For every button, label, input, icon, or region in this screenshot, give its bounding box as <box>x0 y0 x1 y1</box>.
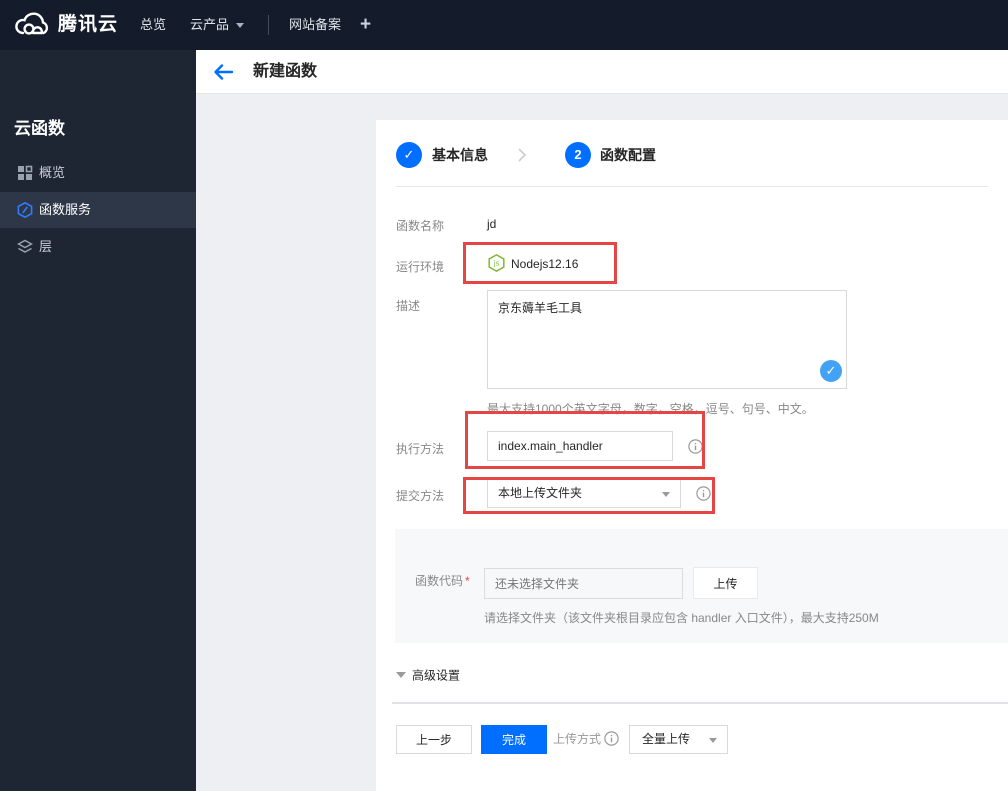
brand-name: 腾讯云 <box>58 14 119 35</box>
topbar: 腾讯云 总览 云产品 网站备案 + <box>0 0 1008 50</box>
nav-divider <box>268 15 269 35</box>
function-code-hint: 请选择文件夹（该文件夹根目录应包含 handler 入口文件），最大支持250M <box>484 611 879 625</box>
chevron-down-icon <box>709 738 717 743</box>
add-nav-tab-button[interactable]: + <box>360 0 371 50</box>
submit-method-info-icon[interactable] <box>696 486 711 501</box>
chevron-down-icon <box>662 492 670 497</box>
function-code-label: 函数代码 * <box>415 572 470 589</box>
upload-mode-info-icon[interactable] <box>604 731 619 746</box>
sidebar-item-label: 层 <box>39 239 53 254</box>
create-function-card <box>376 120 1008 791</box>
grid-icon <box>18 165 33 180</box>
back-arrow-icon[interactable] <box>212 62 234 82</box>
description-label: 描述 <box>396 299 421 313</box>
nav-item-cloud-products[interactable]: 云产品 <box>190 0 245 50</box>
layers-icon <box>17 239 33 253</box>
scf-hexagon-icon <box>17 202 33 218</box>
page-title: 新建函数 <box>253 63 318 80</box>
tencent-cloud-logo-icon <box>15 12 49 35</box>
handler-input[interactable] <box>487 431 673 461</box>
screen: 腾讯云 总览 云产品 网站备案 + 云函数 概览 函数服务 层 新建函数 ✓ 基… <box>0 0 1008 791</box>
folder-path-input[interactable] <box>484 568 683 599</box>
sidebar-item-label: 函数服务 <box>39 202 92 217</box>
sidebar-title: 云函数 <box>14 119 65 138</box>
chevron-down-icon <box>236 23 245 29</box>
upload-mode-label-group: 上传方式 <box>553 725 619 754</box>
upload-mode-select[interactable]: 全量上传 <box>629 725 728 754</box>
triangle-down-icon <box>396 671 406 678</box>
description-hint: 最大支持1000个英文字母，数字，空格，逗号、句号、中文。 <box>487 402 814 416</box>
handler-info-icon[interactable] <box>688 439 703 454</box>
function-name-label: 函数名称 <box>396 219 445 233</box>
sidebar-item-label: 概览 <box>39 165 66 180</box>
step2-number-badge: 2 <box>565 142 591 168</box>
runtime-value: Nodejs12.16 <box>511 257 579 271</box>
step1-done-badge: ✓ <box>396 142 422 168</box>
submit-method-label: 提交方法 <box>396 489 445 503</box>
svg-text:js: js <box>493 260 500 268</box>
nav-item-label: 云产品 <box>190 17 230 32</box>
upload-button[interactable]: 上传 <box>693 567 758 599</box>
description-textarea[interactable]: 京东薅羊毛工具 <box>487 290 847 389</box>
function-name-value: jd <box>487 217 497 231</box>
advanced-settings-toggle[interactable]: 高级设置 <box>396 666 460 682</box>
submit-method-value: 本地上传文件夹 <box>498 486 583 500</box>
finish-button[interactable]: 完成 <box>481 725 547 754</box>
steps-divider <box>396 186 988 187</box>
function-code-label-text: 函数代码 <box>415 574 464 588</box>
previous-step-button[interactable]: 上一步 <box>396 725 472 754</box>
handler-label: 执行方法 <box>396 442 445 456</box>
submit-method-select[interactable]: 本地上传文件夹 <box>487 479 681 508</box>
nav-item-website-icp[interactable]: 网站备案 <box>289 0 341 50</box>
upload-mode-value: 全量上传 <box>642 732 691 746</box>
sidebar-item-layers[interactable]: 层 <box>0 229 196 265</box>
required-asterisk: * <box>465 574 470 588</box>
page-header <box>196 50 1008 94</box>
valid-check-badge: ✓ <box>820 360 842 382</box>
sidebar: 云函数 概览 函数服务 层 <box>0 50 196 791</box>
step1-label: 基本信息 <box>432 147 488 163</box>
upload-mode-label: 上传方式 <box>553 732 602 746</box>
sidebar-item-overview[interactable]: 概览 <box>0 155 196 191</box>
nodejs-icon: js <box>488 254 505 272</box>
footer-divider <box>392 702 1008 704</box>
advanced-settings-label: 高级设置 <box>412 668 461 683</box>
step2-label: 函数配置 <box>600 147 656 163</box>
nav-item-overview[interactable]: 总览 <box>140 0 166 50</box>
step-chevron-icon <box>518 148 527 162</box>
sidebar-item-function-service[interactable]: 函数服务 <box>0 192 196 228</box>
runtime-label: 运行环境 <box>396 260 445 274</box>
